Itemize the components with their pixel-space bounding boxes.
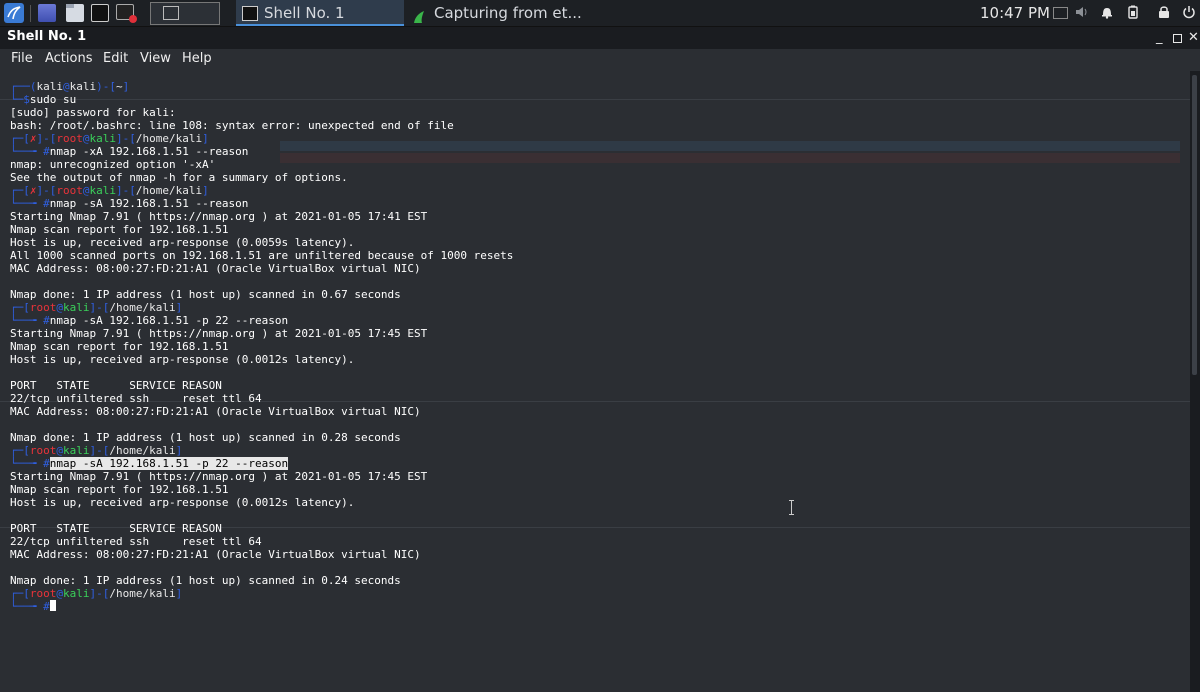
output-line: PORT STATE SERVICE REASON [10, 379, 222, 392]
menu-view[interactable]: View [140, 51, 171, 66]
text-cursor [49, 600, 56, 611]
output-line: Nmap scan report for 192.168.1.51 [10, 223, 229, 236]
output-line: PORT STATE SERVICE REASON [10, 522, 222, 535]
prompt-header: ┌─[root@kali]-[/home/kali] [10, 587, 183, 600]
volume-icon[interactable] [1075, 5, 1089, 20]
prompt-header: ┌─[✗]-[root@kali]-[/home/kali] [10, 184, 209, 197]
output-line: [sudo] password for kali: [10, 106, 176, 119]
terminal-scrollbar[interactable] [1190, 71, 1200, 692]
task-label: Shell No. 1 [264, 4, 345, 22]
window-title: Shell No. 1 [7, 29, 87, 44]
workspace-window-icon [163, 6, 179, 20]
screen-recorder-icon[interactable] [116, 4, 137, 23]
clock[interactable]: 10:47 PM [980, 0, 1050, 26]
output-line: MAC Address: 08:00:27:FD:21:A1 (Oracle V… [10, 262, 421, 275]
file-manager-icon[interactable] [66, 4, 84, 22]
prompt-input: └──╼ #nmap -sA 192.168.1.51 -p 22 --reas… [10, 457, 289, 470]
wireshark-fin-icon [412, 6, 426, 23]
task-capturing[interactable]: Capturing from et... [406, 0, 606, 26]
kali-menu-icon[interactable] [4, 3, 24, 23]
power-icon[interactable] [1182, 5, 1196, 20]
task-shell[interactable]: Shell No. 1 [236, 0, 404, 26]
output-line: Host is up, received arp-response (0.001… [10, 353, 355, 366]
output-line: Nmap scan report for 192.168.1.51 [10, 483, 229, 496]
output-line: All 1000 scanned ports on 192.168.1.51 a… [10, 249, 514, 262]
prompt-input: └──╼ #nmap -xA 192.168.1.51 --reason [10, 145, 249, 158]
prompt-input: └──╼ #nmap -sA 192.168.1.51 --reason [10, 197, 249, 210]
menu-help[interactable]: Help [182, 51, 212, 66]
desktop-icon[interactable] [38, 4, 56, 22]
mouse-ibeam-cursor-icon [789, 500, 794, 515]
output-line: Nmap done: 1 IP address (1 host up) scan… [10, 574, 401, 587]
prompt-header: ┌─[root@kali]-[/home/kali] [10, 444, 183, 457]
minimize-button[interactable]: _ [1156, 30, 1163, 46]
terminal-icon[interactable] [91, 4, 109, 22]
taskbar-separator [30, 5, 31, 22]
prompt-input: └─$sudo su [10, 93, 77, 106]
output-line: 22/tcp unfiltered ssh reset ttl 64 [10, 535, 262, 548]
terminal-icon [242, 6, 258, 21]
terminal-output[interactable]: ┌──(kali@kali)-[~] └─$sudo su [sudo] pas… [0, 71, 1190, 692]
menu-edit[interactable]: Edit [103, 51, 128, 66]
scrollbar-thumb[interactable] [1192, 75, 1197, 375]
battery-icon[interactable] [1126, 5, 1140, 20]
taskbar: Shell No. 1 Capturing from et... 10:47 P… [0, 0, 1200, 27]
workspace-switcher[interactable] [150, 2, 220, 25]
prompt-header: ┌──(kali@kali)-[~] [10, 80, 130, 93]
bell-icon[interactable] [1100, 5, 1114, 20]
prompt-input: └──╼ #nmap -sA 192.168.1.51 -p 22 --reas… [10, 314, 289, 327]
prompt-input[interactable]: └──╼ # [10, 600, 56, 613]
output-line: nmap: unrecognized option '-xA' [10, 158, 216, 171]
window-titlebar[interactable]: Shell No. 1 _ ✕ [0, 27, 1200, 49]
output-line: Host is up, received arp-response (0.005… [10, 236, 355, 249]
output-line: Nmap scan report for 192.168.1.51 [10, 340, 229, 353]
output-line: Starting Nmap 7.91 ( https://nmap.org ) … [10, 327, 428, 340]
output-line: Host is up, received arp-response (0.001… [10, 496, 355, 509]
output-line: MAC Address: 08:00:27:FD:21:A1 (Oracle V… [10, 405, 421, 418]
task-label: Capturing from et... [434, 4, 582, 22]
close-button[interactable]: ✕ [1188, 30, 1199, 46]
output-line: MAC Address: 08:00:27:FD:21:A1 (Oracle V… [10, 548, 421, 561]
output-line: Nmap done: 1 IP address (1 host up) scan… [10, 431, 401, 444]
prompt-header: ┌─[root@kali]-[/home/kali] [10, 301, 183, 314]
maximize-button[interactable] [1173, 34, 1182, 43]
output-line: Starting Nmap 7.91 ( https://nmap.org ) … [10, 470, 428, 483]
output-line: bash: /root/.bashrc: line 108: syntax er… [10, 119, 454, 132]
menubar: File Actions Edit View Help [0, 49, 1200, 71]
output-line: Nmap done: 1 IP address (1 host up) scan… [10, 288, 401, 301]
selected-text[interactable]: nmap -sA 192.168.1.51 -p 22 --reason [49, 457, 289, 470]
output-line: Starting Nmap 7.91 ( https://nmap.org ) … [10, 210, 428, 223]
monitor-icon[interactable] [1053, 7, 1068, 19]
menu-file[interactable]: File [11, 51, 33, 66]
lock-icon[interactable] [1157, 5, 1171, 20]
output-line: 22/tcp unfiltered ssh reset ttl 64 [10, 392, 262, 405]
prompt-header: ┌─[✗]-[root@kali]-[/home/kali] [10, 132, 209, 145]
output-line: See the output of nmap -h for a summary … [10, 171, 348, 184]
menu-actions[interactable]: Actions [45, 51, 93, 66]
